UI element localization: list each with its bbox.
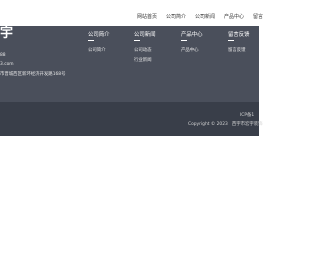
nav-item-message[interactable]: 留言 bbox=[253, 13, 263, 20]
footer-link-company-news[interactable]: 公司动态 bbox=[134, 47, 152, 53]
nav-item-home[interactable]: 网站首页 bbox=[137, 13, 157, 20]
copyright-line: Copyright © 2023 西宇市宏宇装饰 bbox=[188, 121, 263, 127]
footer-col-underline bbox=[134, 40, 140, 41]
footer-col-underline bbox=[228, 40, 234, 41]
top-navigation: 网站首页 公司简介 公司新闻 产品中心 留言 bbox=[0, 0, 263, 26]
copyright-company: 西宇市宏宇装饰 bbox=[231, 122, 263, 127]
nav-item-about[interactable]: 公司简介 bbox=[166, 13, 186, 20]
contact-address: 市晋城西区新环经济开发路168号 bbox=[0, 72, 66, 77]
contact-phone: 88 bbox=[0, 53, 6, 58]
footer-col-title-about[interactable]: 公司简介 bbox=[88, 30, 110, 38]
nav-item-news[interactable]: 公司新闻 bbox=[195, 13, 215, 20]
footer-link-products[interactable]: 产品中心 bbox=[181, 47, 199, 53]
contact-web: 3.com bbox=[0, 62, 14, 67]
footer-logo: 宇 bbox=[0, 26, 14, 41]
footer-link-about[interactable]: 公司简介 bbox=[88, 47, 106, 53]
footer-col-underline bbox=[88, 40, 94, 41]
copyright-text: Copyright © 2023 bbox=[188, 122, 228, 127]
footer-col-title-products[interactable]: 产品中心 bbox=[181, 30, 203, 38]
footer-col-title-feedback[interactable]: 留言反馈 bbox=[228, 30, 250, 38]
nav-item-products[interactable]: 产品中心 bbox=[224, 13, 244, 20]
footer-link-feedback[interactable]: 留言反馈 bbox=[228, 47, 246, 53]
icp-record[interactable]: ICP备1 bbox=[240, 112, 254, 118]
footer-bottom-bar: ICP备1 Copyright © 2023 西宇市宏宇装饰 bbox=[0, 102, 263, 136]
footer-main: 宇 88 3.com 市晋城西区新环经济开发路168号 公司简介 公司简介 公司… bbox=[0, 26, 259, 102]
footer-col-title-news[interactable]: 公司新闻 bbox=[134, 30, 156, 38]
footer-col-underline bbox=[181, 40, 187, 41]
footer-link-industry-news[interactable]: 行业新闻 bbox=[134, 57, 152, 63]
